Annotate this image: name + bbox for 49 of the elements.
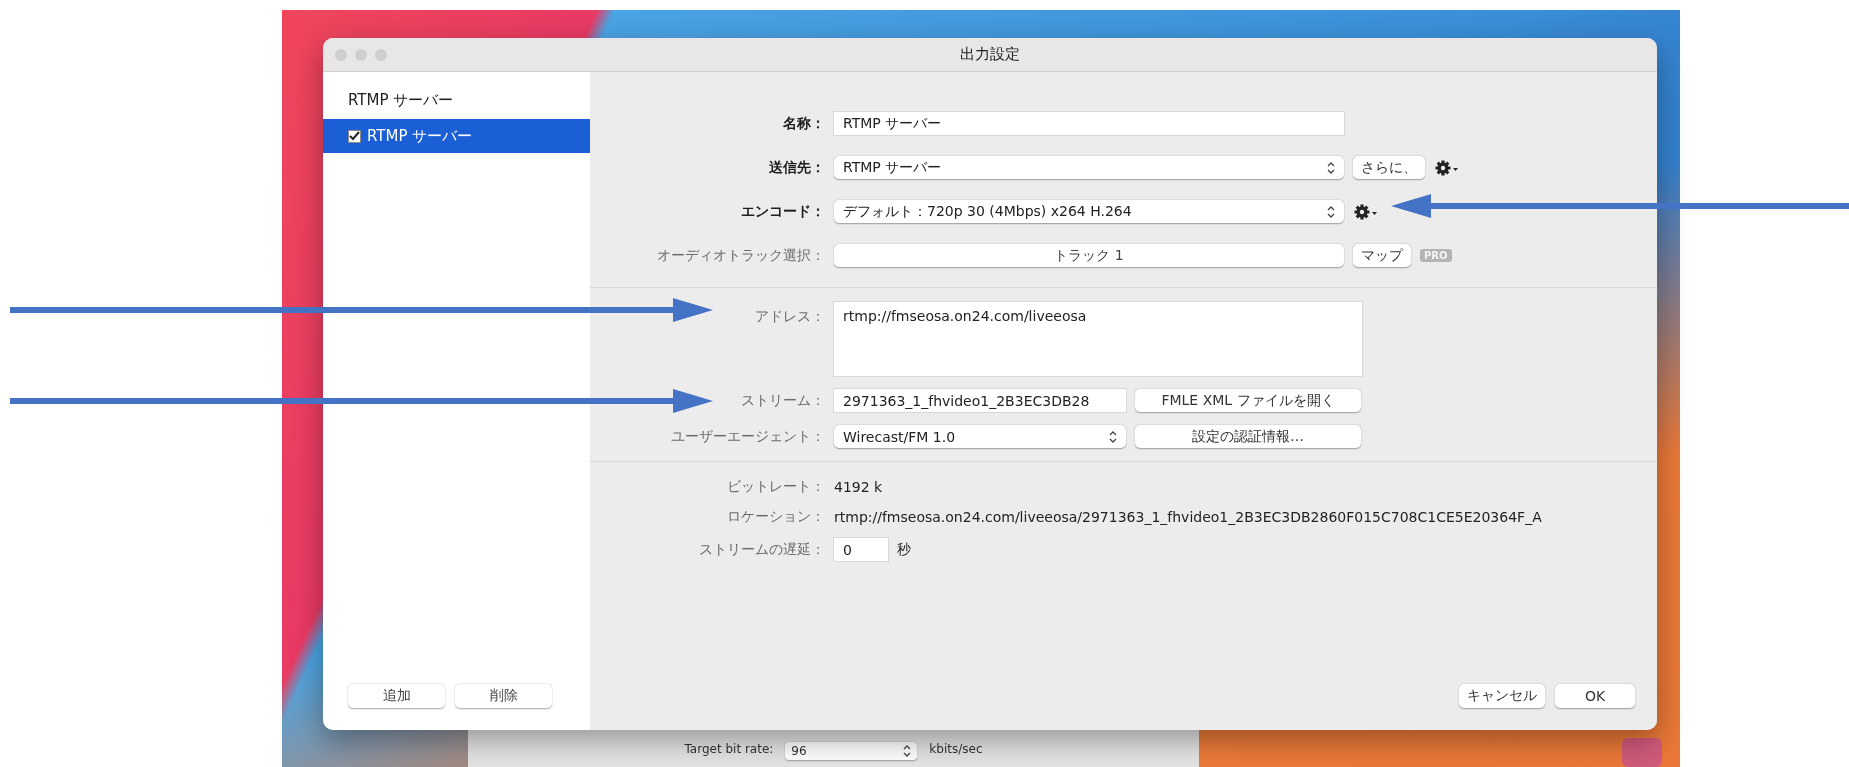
setting-label: Target bit rate: xyxy=(684,742,774,756)
window-control-icon[interactable] xyxy=(355,48,367,61)
chevron-icon xyxy=(1327,204,1335,219)
dock-app-icon[interactable] xyxy=(1622,738,1662,767)
dialog-button[interactable]: キャンセル xyxy=(1459,684,1545,708)
dialog-button[interactable]: OK xyxy=(1555,684,1635,708)
dropdown[interactable]: デフォルト：720p 30 (4Mbps) x264 H.264 xyxy=(834,200,1344,223)
gear-menu-icon[interactable] xyxy=(1434,158,1459,177)
checkmark-icon xyxy=(349,131,360,141)
window-control-icon[interactable] xyxy=(375,48,387,61)
field-label: ビットレート： xyxy=(726,478,825,496)
window-title: 出力設定 xyxy=(960,45,1020,63)
gear-menu-icon[interactable] xyxy=(1353,202,1378,221)
text-field[interactable]: 2971363_1_fhvideo1_2B3EC3DB28 xyxy=(834,389,1126,412)
chevron-icon xyxy=(1109,429,1117,444)
text-area[interactable]: rtmp://fmseosa.on24.com/liveeosa xyxy=(834,302,1362,376)
action-button[interactable]: マップ xyxy=(1353,244,1411,267)
field-label: アドレス： xyxy=(754,307,825,326)
item-label: RTMP サーバー xyxy=(367,126,473,146)
field-label: 送信先： xyxy=(768,158,825,177)
dropdown[interactable]: RTMP サーバー xyxy=(834,156,1344,179)
field-label: ユーザーエージェント： xyxy=(670,427,825,446)
action-button[interactable]: FMLE XML ファイルを開く xyxy=(1135,389,1361,412)
server-list-item[interactable]: RTMP サーバー xyxy=(323,119,590,153)
sidebar-button[interactable]: 追加 xyxy=(348,684,445,708)
dropdown[interactable]: 96 xyxy=(785,742,918,760)
field-label: ストリーム： xyxy=(740,391,825,410)
unit-label: 秒 xyxy=(897,540,911,559)
action-button[interactable]: 設定の認証情報… xyxy=(1135,425,1361,448)
text-field[interactable]: RTMP サーバー xyxy=(834,112,1344,135)
unit-label: kbits/sec xyxy=(929,742,983,756)
field-label: ストリームの遅延： xyxy=(698,540,825,559)
field-label: 名称： xyxy=(782,114,825,133)
chevron-icon xyxy=(1327,160,1335,175)
number-field[interactable]: 0 xyxy=(834,538,888,561)
pro-badge: PRO xyxy=(1420,249,1452,262)
value-text: 4192 k xyxy=(834,479,883,495)
checkbox[interactable] xyxy=(348,129,361,143)
action-button[interactable]: さらに、 xyxy=(1353,156,1425,179)
dropdown[interactable]: トラック 1 xyxy=(834,244,1344,267)
chevron-icon xyxy=(903,744,912,758)
sidebar-button[interactable]: 削除 xyxy=(455,684,552,708)
dropdown[interactable]: Wirecast/FM 1.0 xyxy=(834,425,1126,448)
field-label: エンコード： xyxy=(740,202,825,221)
field-label: ロケーション： xyxy=(726,508,825,526)
value-text: rtmp://fmseosa.on24.com/liveeosa/2971363_1_fhvideo1_2B3EC3DB2860F015C708C1CE5E20364F_A xyxy=(834,509,1542,525)
list-header: RTMP サーバー xyxy=(347,90,455,111)
window-control-icon[interactable] xyxy=(335,48,347,61)
field-label: オーディオトラック選択： xyxy=(656,246,825,265)
